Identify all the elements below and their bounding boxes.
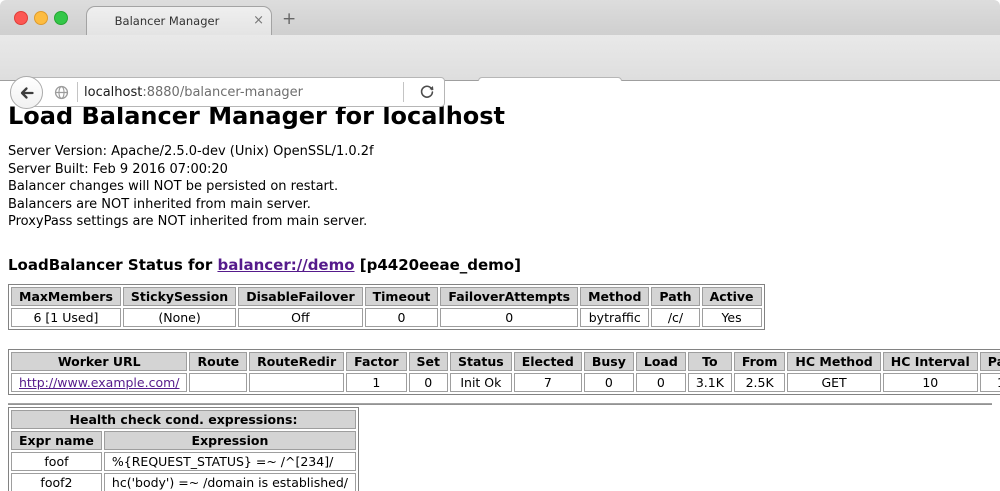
busy-cell: 0 (584, 373, 634, 392)
worker-row: http://www.example.com/ 1 0 Init Ok 7 0 … (11, 373, 1000, 392)
status-heading-prefix: LoadBalancer Status for (8, 256, 212, 274)
column-header: HC Method (787, 352, 880, 371)
tab-title: Balancer Manager (87, 14, 247, 28)
column-header: To (688, 352, 732, 371)
column-header: DisableFailover (238, 287, 362, 306)
navigation-toolbar: localhost:8880/balancer-manager ☆ (0, 35, 1000, 81)
status-cell: Init Ok (450, 373, 512, 392)
column-header: Worker URL (11, 352, 187, 371)
health-table-caption: Health check cond. expressions: (11, 410, 356, 429)
server-built-line: Server Built: Feb 9 2016 07:00:20 (8, 161, 992, 179)
column-header: Path (651, 287, 699, 306)
stickysession-cell: (None) (123, 308, 236, 327)
set-cell: 0 (409, 373, 448, 392)
column-header: Timeout (365, 287, 439, 306)
server-info: Server Version: Apache/2.5.0-dev (Unix) … (8, 143, 992, 231)
timeout-cell: 0 (365, 308, 439, 327)
expression-cell: hc('body') =~ /domain is established/ (104, 473, 356, 491)
hc-interval-cell: 10 (883, 373, 978, 392)
factor-cell: 1 (346, 373, 406, 392)
back-button[interactable] (10, 76, 43, 109)
table-row: foof2 hc('body') =~ /domain is establish… (11, 473, 356, 491)
method-cell: bytraffic (580, 308, 649, 327)
hc-method-cell: GET (787, 373, 880, 392)
page-content: Load Balancer Manager for localhost Serv… (0, 81, 1000, 491)
column-header: StickySession (123, 287, 236, 306)
column-header: Factor (346, 352, 406, 371)
column-header: Expression (104, 431, 356, 450)
routeredir-cell (249, 373, 344, 392)
worker-status-table: Worker URL Route RouteRedir Factor Set S… (8, 349, 1000, 395)
browser-window: Balancer Manager × + localhost:8880/bala… (0, 0, 1000, 491)
url-path: :8880/balancer-manager (142, 85, 303, 100)
window-minimize-button[interactable] (34, 11, 48, 25)
health-check-table: Health check cond. expressions: Expr nam… (8, 407, 359, 491)
status-heading-suffix: [p4420eeae_demo] (360, 256, 521, 274)
window-zoom-button[interactable] (54, 11, 68, 25)
column-header: HC Interval (883, 352, 978, 371)
from-cell: 2.5K (734, 373, 786, 392)
column-header: From (734, 352, 786, 371)
column-header: Route (189, 352, 247, 371)
url-host: localhost (84, 85, 142, 100)
column-header: Active (702, 287, 762, 306)
column-header: Method (580, 287, 649, 306)
column-header: MaxMembers (11, 287, 121, 306)
maxmembers-cell: 6 [1 Used] (11, 308, 121, 327)
balancer-status-heading: LoadBalancer Status for balancer://demo … (8, 256, 992, 274)
inherit-note-line: Balancers are NOT inherited from main se… (8, 196, 992, 214)
url-text[interactable]: localhost:8880/balancer-manager (84, 85, 397, 100)
active-cell: Yes (702, 308, 762, 327)
expression-cell: %{REQUEST_STATUS} =~ /^[234]/ (104, 452, 356, 471)
divider (8, 403, 992, 405)
column-header: RouteRedir (249, 352, 344, 371)
column-header: Elected (514, 352, 582, 371)
reload-button[interactable] (417, 82, 437, 102)
to-cell: 3.1K (688, 373, 732, 392)
balancer-summary-table: MaxMembers StickySession DisableFailover… (8, 284, 765, 330)
table-row: 6 [1 Used] (None) Off 0 0 bytraffic /c/ … (11, 308, 762, 327)
worker-url-link[interactable]: http://www.example.com/ (19, 375, 179, 390)
table-row: foof %{REQUEST_STATUS} =~ /^[234]/ (11, 452, 356, 471)
urlbar-divider (77, 82, 78, 102)
column-header: Busy (584, 352, 634, 371)
table-header-row: MaxMembers StickySession DisableFailover… (11, 287, 762, 306)
tab-close-icon[interactable]: × (253, 13, 264, 28)
elected-cell: 7 (514, 373, 582, 392)
column-header: Passes (980, 352, 1000, 371)
new-tab-button[interactable]: + (282, 9, 296, 29)
back-arrow-icon (17, 83, 37, 103)
proxypass-note-line: ProxyPass settings are NOT inherited fro… (8, 213, 992, 231)
route-cell (189, 373, 247, 392)
table-header-row: Worker URL Route RouteRedir Factor Set S… (11, 352, 1000, 371)
balancer-demo-link[interactable]: balancer://demo (217, 256, 354, 274)
tab-balancer-manager[interactable]: Balancer Manager × (86, 6, 272, 37)
tab-bar: Balancer Manager × + (0, 0, 1000, 36)
passes-cell: 1 (0) (980, 373, 1000, 392)
column-header: Load (636, 352, 686, 371)
persist-note-line: Balancer changes will NOT be persisted o… (8, 178, 992, 196)
server-version-line: Server Version: Apache/2.5.0-dev (Unix) … (8, 143, 992, 161)
table-caption-row: Health check cond. expressions: (11, 410, 356, 429)
load-cell: 0 (636, 373, 686, 392)
expr-name-cell: foof2 (11, 473, 102, 491)
window-close-button[interactable] (14, 11, 28, 25)
column-header: Status (450, 352, 512, 371)
url-bar[interactable]: localhost:8880/balancer-manager (26, 77, 445, 107)
column-header: Set (409, 352, 448, 371)
urlbar-divider (403, 82, 404, 102)
column-header: FailoverAttempts (440, 287, 578, 306)
failoverattempts-cell: 0 (440, 308, 578, 327)
column-header: Expr name (11, 431, 102, 450)
worker-url-cell: http://www.example.com/ (11, 373, 187, 392)
table-header-row: Expr name Expression (11, 431, 356, 450)
globe-icon (51, 82, 71, 102)
path-cell: /c/ (651, 308, 699, 327)
disablefailover-cell: Off (238, 308, 362, 327)
expr-name-cell: foof (11, 452, 102, 471)
